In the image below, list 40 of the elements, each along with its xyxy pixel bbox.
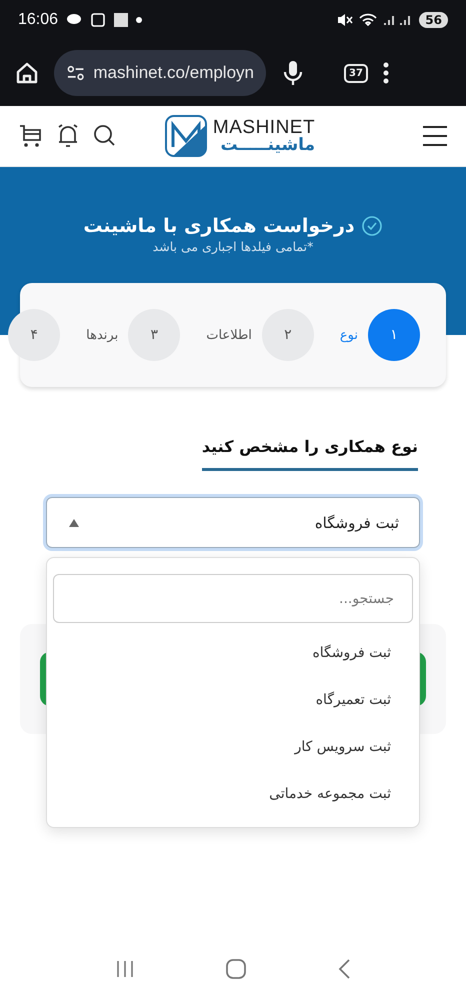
section-title: نوع همکاری را مشخص کنید xyxy=(202,437,418,471)
wifi-icon xyxy=(359,12,378,28)
step-number[interactable]: ۲ xyxy=(262,309,314,361)
caret-icon xyxy=(69,518,79,526)
dropdown-option[interactable]: ثبت تعمیرگاه xyxy=(53,676,413,723)
banner-subtitle: *تمامی فیلدها اجباری می باشد xyxy=(152,239,314,254)
step-label: برندها xyxy=(86,328,118,342)
verified-badge-icon xyxy=(360,215,383,237)
url-text: mashinet.co/employn xyxy=(93,63,254,83)
screenshot-icon xyxy=(90,12,106,28)
menu-icon[interactable] xyxy=(422,125,448,147)
logo-text: MASHINET xyxy=(212,118,316,137)
step-number[interactable]: ۴ xyxy=(8,309,60,361)
dot-icon xyxy=(136,17,142,23)
status-time: 16:06 xyxy=(18,11,58,29)
step-label: نوع xyxy=(340,328,358,342)
search-field[interactable]: جستجو... xyxy=(53,574,413,623)
home-icon[interactable] xyxy=(14,60,40,86)
home-button-icon[interactable] xyxy=(225,958,247,980)
app-icon xyxy=(114,13,128,27)
type-select[interactable]: ثبت فروشگاه xyxy=(46,497,420,548)
banner-title: درخواست همکاری با ماشینت xyxy=(83,215,355,237)
recent-apps-icon[interactable] xyxy=(115,959,135,979)
dropdown-option[interactable]: ثبت فروشگاه xyxy=(53,629,413,676)
back-icon[interactable] xyxy=(337,958,351,980)
step-label: اطلاعات xyxy=(206,328,252,342)
mute-icon xyxy=(337,13,354,27)
logo-persian-text: ماشینـــــت xyxy=(220,137,316,154)
tab-count-button[interactable]: 37 xyxy=(344,64,368,82)
dropdown-option[interactable]: ثبت سرویس کار xyxy=(53,723,413,770)
step-number[interactable]: ۳ xyxy=(128,309,180,361)
cart-icon[interactable] xyxy=(18,123,44,149)
more-menu-icon[interactable] xyxy=(382,61,390,85)
bell-icon[interactable] xyxy=(56,123,80,149)
step-number[interactable]: ۱ xyxy=(368,309,420,361)
logo-icon xyxy=(164,115,207,157)
battery-level: 56 xyxy=(419,12,448,28)
site-settings-icon xyxy=(66,63,86,83)
url-field[interactable]: mashinet.co/employn xyxy=(54,50,266,96)
dropdown-option[interactable]: ثبت مجموعه خدماتی xyxy=(53,770,413,817)
